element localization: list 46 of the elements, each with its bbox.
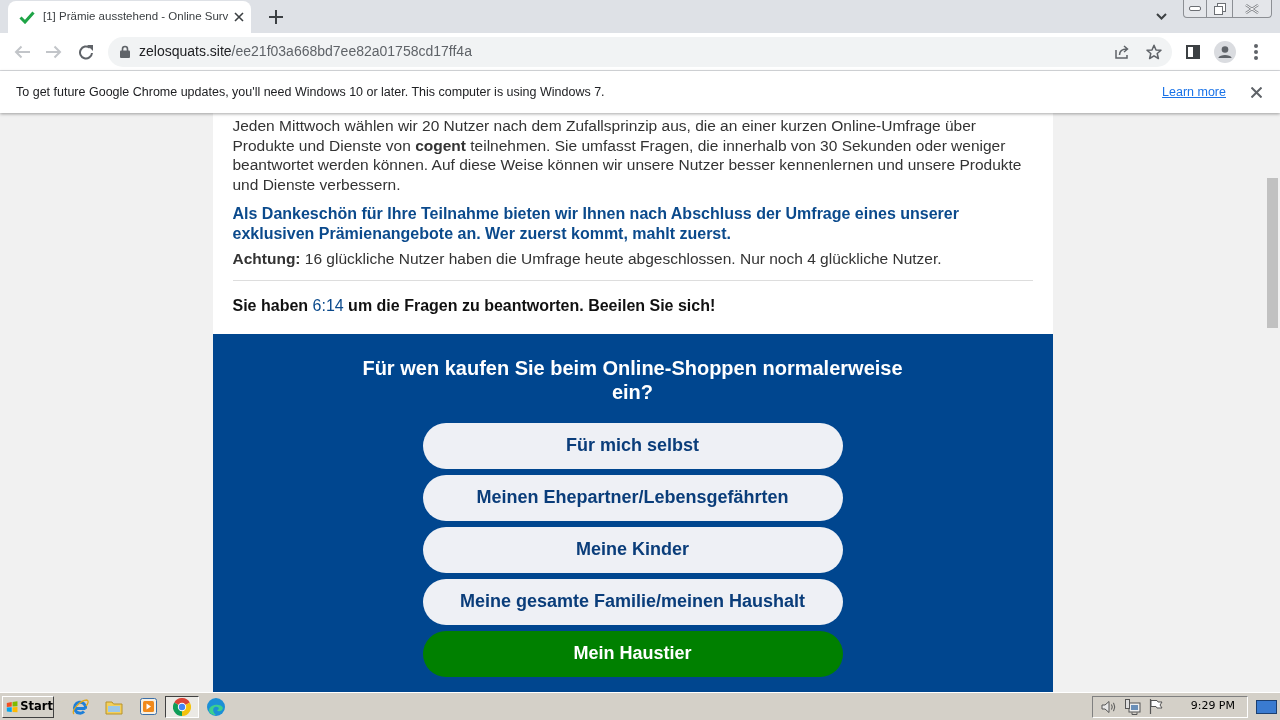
e-logo-icon: [71, 697, 89, 716]
wave-logo-icon: [207, 697, 225, 716]
restore-icon: [1213, 2, 1226, 15]
play-icon: [139, 698, 157, 715]
answer-button[interactable]: Mein Haustier: [422, 630, 843, 677]
tricolor-circle-icon: [173, 697, 191, 716]
reload-icon[interactable]: [78, 43, 94, 60]
learn-more-link[interactable]: Learn more: [1162, 82, 1226, 102]
check-icon: [19, 10, 35, 24]
answer-button[interactable]: Meinen Ehepartner/Lebensgefährten: [422, 474, 843, 521]
notice-text: Achtung: 16 glückliche Nutzer haben die Umfrage heute abgeschlossen. Nur noch 4 glückliche Nutzer.: [232, 249, 943, 269]
answer-button[interactable]: Meine Kinder: [422, 526, 843, 573]
share-icon[interactable]: [1114, 44, 1130, 59]
taskbar-button[interactable]: [165, 695, 199, 718]
browser-tab[interactable]: [1] Prämie ausstehend - Online Surv: [8, 1, 252, 33]
menu-icon[interactable]: [1254, 43, 1258, 60]
infobar-message: To get future Google Chrome updates, you'll need Windows 10 or later. This computer is using Windows 7.: [16, 83, 605, 101]
timer-text: Sie haben 6:14 um die Fragen zu beantworten. Beeilen Sie sich!: [232, 295, 717, 316]
profile-avatar-icon[interactable]: [1214, 40, 1236, 63]
folder-icon: [105, 698, 123, 715]
restore-button[interactable]: [1207, 0, 1233, 18]
window-close-button[interactable]: [1233, 0, 1272, 18]
thanks-paragraph: Als Dankeschön für Ihre Teilnahme bieten wir Ihnen nach Abschluss der Umfrage eines unserer exklusiven Prämienangebote an. Wer zuerst kommt, mahlt zuerst.: [232, 204, 960, 243]
close-icon[interactable]: [234, 12, 245, 22]
star-icon[interactable]: [1146, 43, 1162, 60]
close-icon: [1245, 3, 1259, 14]
show-desktop-button[interactable]: [1256, 699, 1277, 714]
network-icon[interactable]: [1124, 698, 1141, 715]
address-bar[interactable]: zelosquats.site/ee21f03a668bd7ee82a01758cd17ff4a: [108, 36, 1172, 67]
minimize-icon: [1189, 6, 1201, 11]
close-icon[interactable]: [1251, 86, 1262, 98]
answer-button[interactable]: Meine gesamte Familie/meinen Haushalt: [422, 578, 843, 625]
flag-logo-icon: [6, 699, 19, 714]
start-button[interactable]: Start: [2, 695, 54, 718]
flag-icon[interactable]: [1148, 699, 1163, 714]
clock[interactable]: 9:29 PM: [1190, 698, 1235, 715]
answer-button[interactable]: Für mich selbst: [422, 422, 843, 469]
chevron-down-icon[interactable]: [1156, 13, 1167, 20]
intro-paragraph: Jeden Mittwoch wählen wir 20 Nutzer nach dem Zufallsprinzip aus, die an einer kurzen Online-Umfrage über Produkte und Dienste von cogent teilnehmen. Sie umfasst Fragen, die innerhalb von 30 Sekunden oder weniger beantwortet werden können. Auf diese Weise können wir unsere Nutzer besser kennenlernen und unsere Produkte und Dienste verbessern.: [232, 116, 1023, 194]
scrollbar-thumb[interactable]: [1267, 178, 1278, 328]
minimize-button[interactable]: [1183, 0, 1207, 18]
speaker-icon[interactable]: [1100, 699, 1117, 714]
question-heading: Für wen kaufen Sie beim Online-Shoppen normalerweise ein?: [361, 355, 904, 404]
lock-icon[interactable]: [120, 45, 130, 58]
new-tab-icon[interactable]: [269, 9, 284, 24]
side-panel-icon[interactable]: [1186, 44, 1200, 59]
